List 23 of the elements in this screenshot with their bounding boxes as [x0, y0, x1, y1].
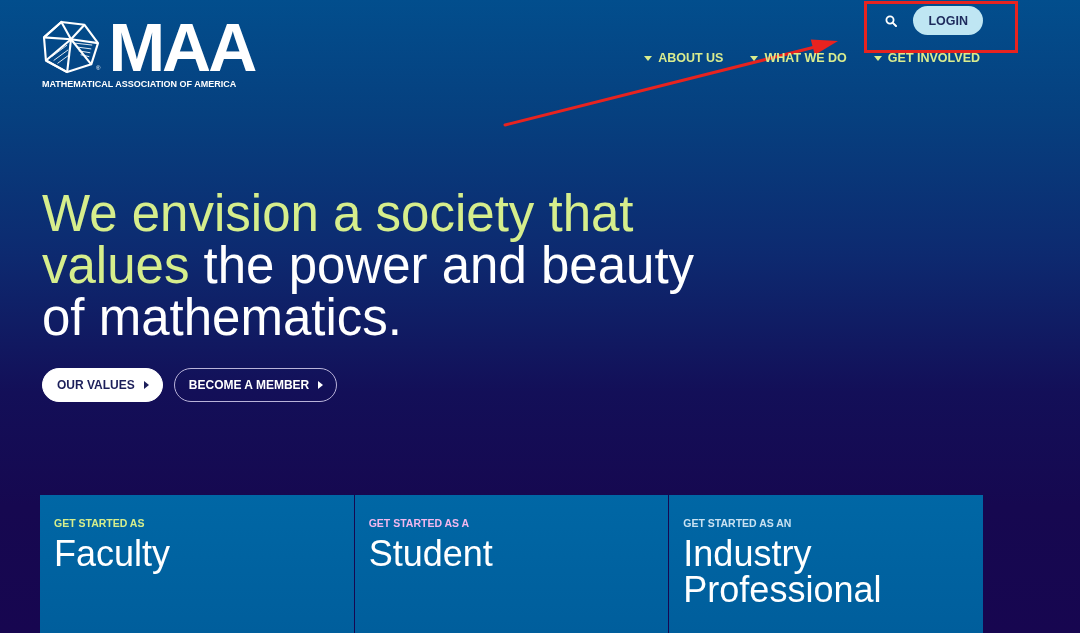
nav-link[interactable]: ABOUT US [644, 49, 724, 67]
caret-down-icon [644, 55, 653, 61]
caret-right-icon [143, 381, 149, 389]
card-eyebrow: GET STARTED AS A [368, 516, 471, 530]
caret-down-icon [873, 55, 882, 61]
audience-card[interactable]: GET STARTED AS AN Industry Professional [669, 495, 983, 633]
search-icon[interactable] [885, 14, 898, 27]
caret-right-icon [318, 381, 324, 389]
card-eyebrow: GET STARTED AS AN [683, 516, 793, 530]
card-eyebrow: GET STARTED AS [54, 516, 146, 530]
logo-tagline: MATHEMATICAL ASSOCIATION OF AMERICA [42, 79, 238, 89]
caret-down-icon [750, 55, 759, 61]
hero-headline: We envision a society that values the power and beauty of mathematics. [42, 188, 696, 344]
card-title: Faculty [54, 536, 172, 572]
polyhedron-icon [42, 20, 100, 74]
cta-button[interactable]: OUR VALUES [42, 368, 163, 402]
audience-card[interactable]: GET STARTED AS A Student [354, 495, 669, 633]
nav-link[interactable]: GET INVOLVED [873, 49, 980, 67]
login-button[interactable]: LOGIN [913, 6, 983, 35]
audience-card[interactable]: GET STARTED AS Faculty [40, 495, 354, 633]
card-title: Industry Professional [683, 536, 883, 608]
card-title: Student [368, 536, 494, 572]
logo-wordmark[interactable]: MAA [108, 19, 255, 75]
